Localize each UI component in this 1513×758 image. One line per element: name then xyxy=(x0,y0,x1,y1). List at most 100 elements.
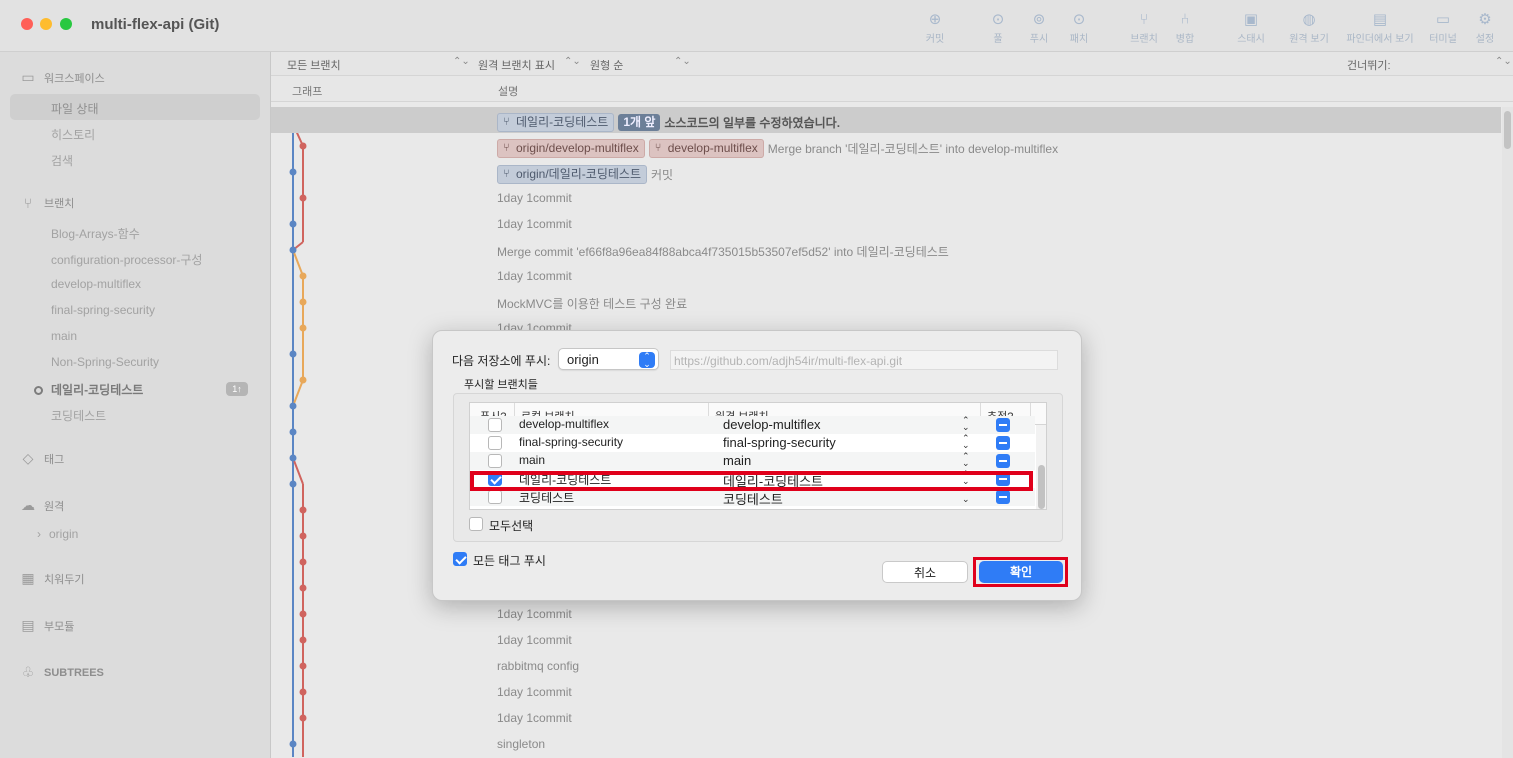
sidebar-section-submodules[interactable]: ▤ 부모듈 xyxy=(18,617,74,634)
settings-button[interactable]: ⚙ 설정 xyxy=(1457,10,1513,45)
branch-table-row[interactable]: final-spring-security final-spring-securi… xyxy=(470,434,1035,452)
show-in-finder-button[interactable]: ▤ 파인더에서 보기 xyxy=(1345,10,1415,45)
remote-branch-filter-select[interactable]: 원격 브랜치 표시 xyxy=(478,57,555,73)
commit-row[interactable]: 1day 1commit xyxy=(271,705,1501,731)
push-checkbox[interactable] xyxy=(488,436,502,450)
commit-button[interactable]: ⊕ 커밋 xyxy=(907,10,963,45)
commit-row[interactable]: 1day 1commit xyxy=(271,185,1501,211)
maximize-window-button[interactable] xyxy=(60,18,72,30)
remote-branch-select[interactable]: final-spring-security xyxy=(723,435,836,450)
sidebar-section-stashes[interactable]: ▦ 치워두기 xyxy=(18,570,84,587)
commit-message: 커밋 xyxy=(651,168,674,182)
push-checkbox[interactable] xyxy=(488,418,502,432)
show-remote-button[interactable]: ◍ 원격 보기 xyxy=(1281,10,1337,45)
commit-message: rabbitmq config xyxy=(497,659,580,673)
commit-row[interactable]: MockMVC를 이용한 테스트 구성 완료 xyxy=(271,289,1501,315)
track-checkbox[interactable] xyxy=(996,418,1010,432)
sidebar-section-subtrees[interactable]: ♧ SUBTREES xyxy=(18,664,104,681)
sidebar-item-branch-current[interactable]: 데일리-코딩테스트 xyxy=(51,381,143,398)
push-all-tags-checkbox[interactable] xyxy=(453,552,467,566)
push-to-label: 다음 저장소에 푸시: xyxy=(452,354,551,368)
sidebar-section-tags[interactable]: ◇ 태그 xyxy=(18,450,65,467)
title-bar: multi-flex-api (Git) ⊕ 커밋 ⊙ 풀 ⊚ 푸시 ⊙ 패치 ⑂ 브랜치… xyxy=(0,0,1513,52)
sidebar: ▭ 워크스페이스 파일 상태 히스토리 검색 ⑂ 브랜치 Blog-Arrays-함… xyxy=(0,52,271,758)
local-branch-cell: develop-multiflex xyxy=(519,417,610,431)
remote-branch-select[interactable]: main xyxy=(723,453,751,468)
branch-filter-select[interactable]: 모든 브랜치 xyxy=(287,57,341,73)
commit-row[interactable]: 1day 1commit xyxy=(271,211,1501,237)
sidebar-section-workspace[interactable]: ▭ 워크스페이스 xyxy=(18,69,104,86)
commit-description: 1day 1commit xyxy=(497,607,572,621)
commit-description: 1day 1commit xyxy=(497,217,572,231)
fetch-button[interactable]: ⊙ 패치 xyxy=(1051,10,1107,45)
merge-icon: ⑃ xyxy=(1180,11,1190,28)
sidebar-item-branch[interactable]: final-spring-security xyxy=(51,303,155,317)
branches-group-label: 푸시할 브랜치들 xyxy=(464,379,538,391)
commit-row[interactable]: origin/데일리-코딩테스트 ⑂ 커밋 xyxy=(271,159,1501,185)
commit-row[interactable]: 1day 1commit xyxy=(271,679,1501,705)
chevron-updown-icon: ⌃⌄ xyxy=(962,415,970,432)
sidebar-item-branch[interactable]: configuration-processor-구성 xyxy=(51,251,202,268)
local-branch-cell: 코딩테스트 xyxy=(519,491,575,505)
commit-description: origin/데일리-코딩테스트 ⑂ 커밋 xyxy=(497,165,673,184)
track-checkbox[interactable] xyxy=(996,436,1010,450)
chevron-updown-icon: ⌃⌄ xyxy=(564,56,581,67)
commit-message: 1day 1commit xyxy=(497,633,572,647)
column-graph[interactable]: 그래프 xyxy=(292,83,322,99)
branch-table-row[interactable]: main main ⌃ ⌄ xyxy=(470,452,1035,470)
sidebar-item-branch[interactable]: Blog-Arrays-함수 xyxy=(51,225,140,242)
column-description[interactable]: 설명 xyxy=(498,83,518,99)
commit-description: 1day 1commit xyxy=(497,633,572,647)
annotation-highlight-row xyxy=(470,471,1033,491)
branch-icon: ⑂ xyxy=(23,195,33,211)
track-checkbox[interactable] xyxy=(996,454,1010,468)
remote-branch-select[interactable]: develop-multiflex xyxy=(723,417,821,432)
select-all-checkbox[interactable] xyxy=(469,517,483,531)
sidebar-item-branch[interactable]: 코딩테스트 xyxy=(51,407,106,424)
stash-icon: ▣ xyxy=(1243,11,1259,28)
sidebar-section-remotes[interactable]: ☁ 원격 xyxy=(18,497,64,514)
branch-table-row[interactable]: develop-multiflex develop-multiflex ⌃ ⌄ xyxy=(470,416,1035,434)
sidebar-item-history[interactable]: 히스토리 xyxy=(51,126,95,143)
scrollbar-thumb[interactable] xyxy=(1038,465,1045,509)
close-window-button[interactable] xyxy=(21,18,33,30)
commit-row[interactable]: 1day 1commit xyxy=(271,627,1501,653)
commit-list-scrollbar[interactable] xyxy=(1502,107,1513,758)
track-checkbox[interactable] xyxy=(996,490,1010,504)
commit-row[interactable]: 1day 1commit xyxy=(271,263,1501,289)
commit-row[interactable]: singleton xyxy=(271,731,1501,757)
jump-to-select[interactable]: 건너뛰기: xyxy=(1347,57,1391,73)
commit-description: singleton xyxy=(497,737,545,751)
scrollbar-thumb[interactable] xyxy=(1504,111,1511,149)
commit-row[interactable]: 1day 1commit xyxy=(271,601,1501,627)
stash-button[interactable]: ▣ 스태시 xyxy=(1223,10,1279,45)
sidebar-item-remote-origin[interactable]: › origin xyxy=(37,527,78,541)
cancel-button[interactable]: 취소 xyxy=(882,561,968,583)
order-filter-select[interactable]: 원형 순 xyxy=(590,57,623,73)
commit-row[interactable]: origin/develop-multiflex ⑂ develop-multifl… xyxy=(271,133,1501,159)
filter-bar: 모든 브랜치 ⌃⌄ 원격 브랜치 표시 ⌃⌄ 원형 순 ⌃⌄ 건너뛰기: ⌃⌄ xyxy=(271,52,1513,76)
chevron-right-icon: › xyxy=(37,527,41,541)
branch-table-scrollbar[interactable] xyxy=(1036,425,1046,509)
minimize-window-button[interactable] xyxy=(40,18,52,30)
sidebar-item-branch[interactable]: develop-multiflex xyxy=(51,277,141,291)
sidebar-item-search[interactable]: 검색 xyxy=(51,152,73,169)
remote-select[interactable]: origin ⌃ ⌄ xyxy=(558,348,659,370)
branch-icon: ⑂ xyxy=(503,168,510,180)
commit-row[interactable]: 데일리-코딩테스트 ⑂ 1개 앞 소스코드의 일부를 수정하였습니다. xyxy=(271,107,1501,133)
sidebar-item-branch[interactable]: main xyxy=(51,329,77,343)
sidebar-item-file-status[interactable]: 파일 상태 xyxy=(51,100,99,117)
merge-button[interactable]: ⑃ 병합 xyxy=(1157,10,1213,45)
commit-row[interactable]: rabbitmq config xyxy=(271,653,1501,679)
globe-icon: ◍ xyxy=(1302,11,1316,28)
push-checkbox[interactable] xyxy=(488,490,502,504)
commit-description: 1day 1commit xyxy=(497,191,572,205)
commit-row[interactable]: Merge commit 'ef66f8a96ea84f88abca4f7350… xyxy=(271,237,1501,263)
column-header: 그래프 설명 xyxy=(271,76,1513,102)
remote-branch-select[interactable]: 코딩테스트 xyxy=(723,489,783,508)
commit-description: rabbitmq config xyxy=(497,659,579,673)
branch-label: origin/develop-multiflex ⑂ xyxy=(497,139,645,158)
push-checkbox[interactable] xyxy=(488,454,502,468)
sidebar-section-branches[interactable]: ⑂ 브랜치 xyxy=(18,195,75,211)
sidebar-item-branch[interactable]: Non-Spring-Security xyxy=(51,355,159,369)
